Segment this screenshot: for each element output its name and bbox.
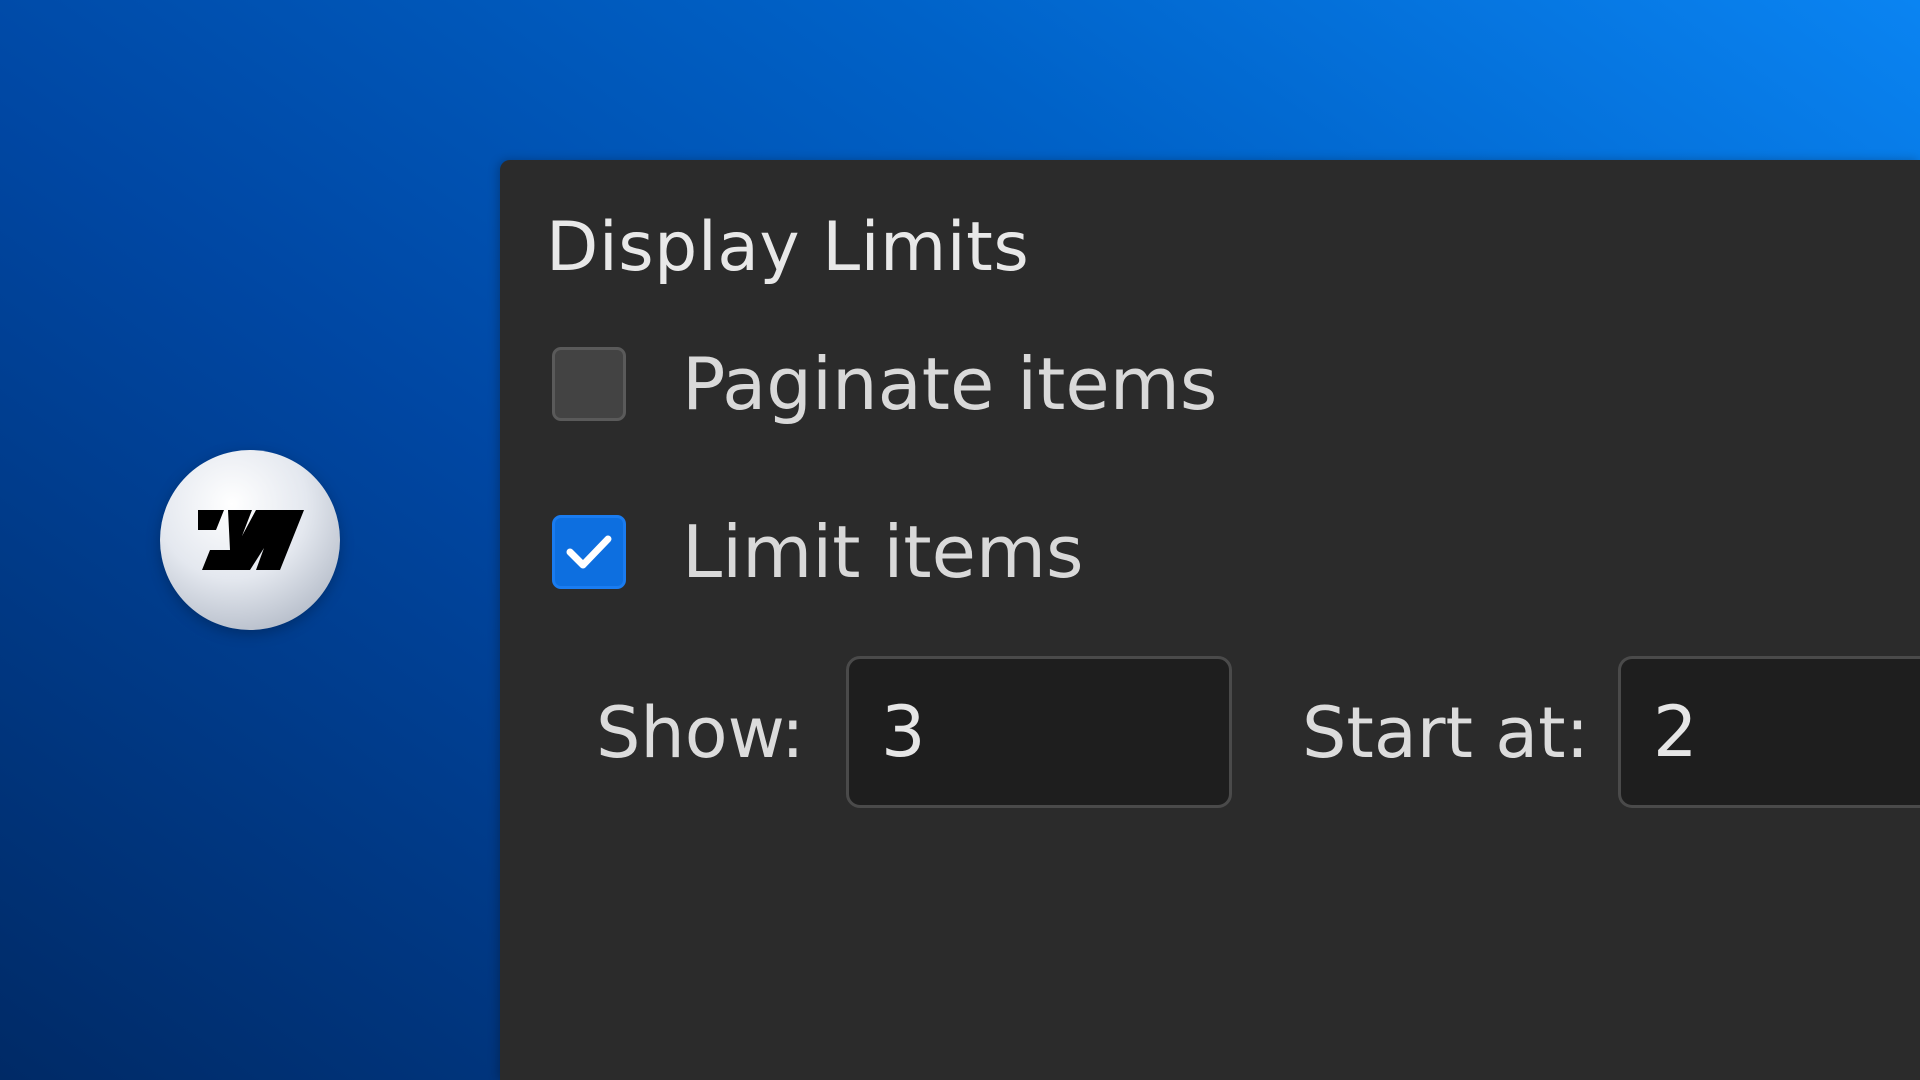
checkmark-icon (566, 535, 612, 569)
paginate-items-checkbox[interactable] (552, 347, 626, 421)
show-count-input[interactable] (846, 656, 1232, 808)
limit-items-option[interactable]: Limit items (552, 510, 1084, 594)
paginate-items-label: Paginate items (682, 342, 1218, 426)
panel-title: Display Limits (546, 208, 1030, 287)
start-at-label: Start at: (1302, 692, 1590, 774)
display-limits-panel: Display Limits Paginate items Limit item… (500, 160, 1920, 1080)
webflow-logo-icon (198, 510, 304, 570)
webflow-logo-badge (160, 450, 340, 630)
limit-items-label: Limit items (682, 510, 1084, 594)
limit-items-checkbox[interactable] (552, 515, 626, 589)
start-at-input[interactable] (1618, 656, 1920, 808)
show-label: Show: (596, 692, 805, 774)
paginate-items-option[interactable]: Paginate items (552, 342, 1217, 426)
